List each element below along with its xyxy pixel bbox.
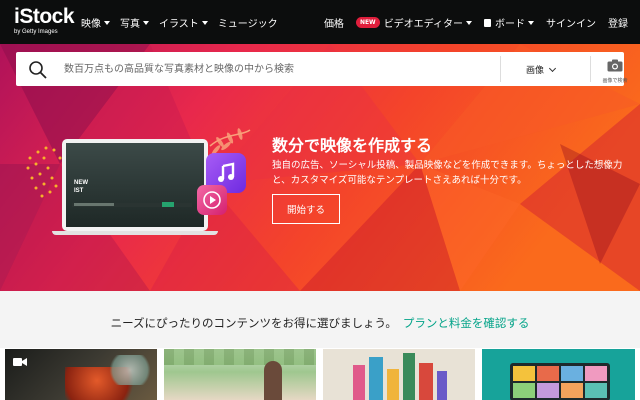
pricing-plans-link[interactable]: プランと料金を確認する — [403, 316, 530, 330]
top-navigation-bar: iStock by Getty Images 映像 写真 イラスト ミュージック… — [0, 0, 640, 44]
tile-music[interactable] — [482, 349, 635, 400]
nav-item-video[interactable]: 映像 — [81, 15, 110, 30]
laptop-illustration: NEW IST — [62, 139, 208, 231]
istock-logo[interactable]: iStock by Getty Images — [14, 5, 75, 36]
video-camera-icon — [13, 358, 27, 366]
video-editor-link[interactable]: NEW ビデオエディター — [355, 15, 472, 30]
nav-item-music[interactable]: ミュージック — [218, 15, 278, 30]
laptop-screen: NEW IST — [66, 143, 204, 227]
category-tiles — [0, 348, 640, 400]
media-type-label: 画像 — [526, 66, 545, 76]
account-nav: 価格 NEW ビデオエディター ボード サインイン 登録 — [312, 15, 628, 30]
register-link[interactable]: 登録 — [608, 15, 628, 30]
search-input[interactable] — [64, 59, 484, 79]
nav-item-photos[interactable]: 写真 — [120, 15, 149, 30]
screen-headline-2: IST — [74, 188, 84, 194]
search-bar: 画像 画像で検索 — [16, 52, 628, 86]
search-by-image-button[interactable]: 画像で検索 — [600, 57, 630, 84]
nav-item-label: 写真 — [120, 19, 140, 30]
promo-text-row: ニーズにぴったりのコンテンツをお得に選びましょう。 プランと料金を確認する — [0, 315, 640, 331]
nav-item-illustrations[interactable]: イラスト — [159, 15, 208, 30]
tile-photo[interactable] — [164, 349, 316, 400]
divider — [500, 56, 501, 82]
hero-description: 独自の広告、ソーシャル投稿、製品映像などを作成できます。ちょっとした想像力と、カ… — [272, 160, 623, 186]
board-icon — [484, 18, 491, 27]
camera-icon — [607, 59, 623, 72]
video-editor-label: ビデオエディター — [383, 19, 463, 30]
logo-tagline: by Getty Images — [14, 29, 58, 35]
tile-illustration[interactable] — [323, 349, 475, 400]
logo-wordmark: iStock — [14, 5, 75, 28]
nav-item-label: ミュージック — [217, 19, 278, 30]
play-icon — [197, 185, 227, 215]
caret-down-icon — [466, 20, 472, 25]
promo-text: ニーズにぴったりのコンテンツをお得に選びましょう。 — [110, 316, 397, 330]
caret-down-icon — [528, 20, 534, 25]
tile-video[interactable] — [5, 349, 157, 400]
nav-item-label: イラスト — [159, 19, 199, 30]
caret-down-icon — [104, 20, 110, 25]
boards-link[interactable]: ボード — [484, 15, 534, 30]
hero-title: 数分で映像を作成する — [272, 136, 433, 155]
caret-down-icon — [201, 20, 208, 25]
nav-item-label: 映像 — [81, 19, 101, 30]
pricing-promo: ニーズにぴったりのコンテンツをお得に選びましょう。 プランと料金を確認する — [0, 291, 640, 348]
caret-down-icon — [143, 20, 149, 25]
screen-headline-1: NEW — [74, 180, 88, 186]
laptop-base — [52, 231, 218, 235]
media-type-select[interactable]: 画像 — [526, 63, 557, 76]
search-icon[interactable] — [28, 60, 48, 80]
new-badge: NEW — [355, 17, 380, 28]
chevron-down-icon — [548, 64, 557, 72]
boards-label: ボード — [495, 19, 525, 30]
signin-link[interactable]: サインイン — [546, 15, 596, 30]
camera-label: 画像で検索 — [602, 78, 628, 84]
main-nav: 映像 写真 イラスト ミュージック — [81, 15, 288, 30]
divider — [590, 56, 591, 82]
pricing-link[interactable]: 価格 — [324, 15, 344, 30]
get-started-button[interactable]: 開始する — [272, 194, 340, 224]
